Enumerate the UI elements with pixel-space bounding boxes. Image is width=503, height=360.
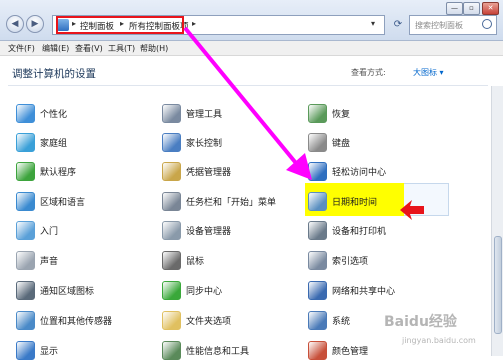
homegroup-icon: [16, 133, 35, 152]
search-icon: [482, 19, 492, 29]
control-panel-item-label: 家长控制: [186, 139, 223, 149]
personalization-icon: [16, 104, 35, 123]
credential-manager-icon: [162, 162, 181, 181]
baidu-watermark-url: jingyan.baidu.com: [402, 336, 476, 345]
view-by-dropdown[interactable]: 大图标 ▾: [413, 67, 444, 78]
divider: [8, 85, 488, 86]
baidu-watermark-logo: Baidu经验: [384, 314, 457, 330]
performance-icon: [162, 341, 181, 360]
display-icon: [16, 341, 35, 360]
minimize-button[interactable]: —: [446, 2, 463, 15]
breadcrumb-separator-icon: ▸: [192, 19, 197, 28]
network-sharing-icon: [308, 281, 327, 300]
parental-controls-icon: [162, 133, 181, 152]
admin-tools-icon: [162, 104, 181, 123]
control-panel-item-label: 同步中心: [186, 287, 223, 297]
menu-view[interactable]: 查看(V): [75, 43, 103, 54]
control-panel-item-label: 键盘: [332, 139, 351, 149]
menu-help[interactable]: 帮助(H): [140, 43, 168, 54]
back-button[interactable]: ◀: [6, 15, 24, 33]
control-panel-item-label: 入门: [40, 227, 59, 237]
control-panel-item-label: 通知区域图标: [40, 287, 95, 297]
control-panel-item-label: 凭据管理器: [186, 168, 232, 178]
control-panel-item-label: 位置和其他传感器: [40, 317, 113, 327]
taskbar-icon: [162, 192, 181, 211]
control-panel-item-label: 恢复: [332, 110, 351, 120]
location-sensors-icon: [16, 311, 35, 330]
control-panel-item-label: 区域和语言: [40, 198, 86, 208]
folder-options-icon: [162, 311, 181, 330]
control-panel-item-label: 性能信息和工具: [186, 347, 250, 357]
control-panel-item-label: 个性化: [40, 110, 68, 120]
region-language-icon: [16, 192, 35, 211]
search-input[interactable]: 搜索控制面板: [409, 15, 497, 35]
control-panel-item-label: 索引选项: [332, 257, 369, 267]
control-panel-item-label: 家庭组: [40, 139, 68, 149]
control-panel-item-label: 系统: [332, 317, 351, 327]
sync-center-icon: [162, 281, 181, 300]
control-panel-item-label: 显示: [40, 347, 59, 357]
getting-started-icon: [16, 221, 35, 240]
control-panel-item-label: 默认程序: [40, 168, 77, 178]
vertical-scrollbar[interactable]: [491, 86, 503, 356]
control-panel-window: — ▫ ✕ ◀ ▶ ▸ 控制面板 ▸ 所有控制面板项 ▸ ▾ ⟳ 搜索控制面板 …: [0, 0, 503, 360]
title-bar: — ▫ ✕ ◀ ▶ ▸ 控制面板 ▸ 所有控制面板项 ▸ ▾ ⟳ 搜索控制面板: [0, 0, 503, 41]
close-button[interactable]: ✕: [482, 2, 499, 15]
forward-button[interactable]: ▶: [26, 15, 44, 33]
control-panel-item-label: 管理工具: [186, 110, 223, 120]
notification-area-icon: [16, 281, 35, 300]
control-panel-item-label: 声音: [40, 257, 59, 267]
control-panel-item-label: 设备管理器: [186, 227, 232, 237]
view-by-label: 查看方式:: [351, 68, 386, 77]
menu-file[interactable]: 文件(F): [8, 43, 35, 54]
devices-printers-icon: [308, 221, 327, 240]
menu-bar: 文件(F) 编辑(E) 查看(V) 工具(T) 帮助(H): [0, 41, 503, 56]
control-panel-item-label: 鼠标: [186, 257, 205, 267]
default-programs-icon: [16, 162, 35, 181]
menu-tools[interactable]: 工具(T): [108, 43, 135, 54]
date-time-icon: [308, 192, 327, 211]
search-placeholder: 搜索控制面板: [415, 21, 463, 30]
address-highlight-box: [56, 16, 184, 34]
control-panel-item-label: 文件夹选项: [186, 317, 232, 327]
maximize-button[interactable]: ▫: [463, 2, 480, 15]
address-dropdown-icon[interactable]: ▾: [371, 19, 375, 28]
control-panel-item-label: 任务栏和「开始」菜单: [186, 198, 277, 208]
mouse-icon: [162, 251, 181, 270]
control-panel-item-label: 颜色管理: [332, 347, 369, 357]
ease-of-access-icon: [308, 162, 327, 181]
menu-edit[interactable]: 编辑(E): [42, 43, 69, 54]
control-panel-item-label: 网络和共享中心: [332, 287, 396, 297]
recovery-icon: [308, 104, 327, 123]
system-icon: [308, 311, 327, 330]
scrollbar-thumb[interactable]: [494, 236, 502, 334]
keyboard-icon: [308, 133, 327, 152]
page-title: 调整计算机的设置: [12, 68, 96, 80]
color-management-icon: [308, 341, 327, 360]
control-panel-item-label: 设备和打印机: [332, 227, 387, 237]
refresh-icon[interactable]: ⟳: [390, 15, 406, 35]
sound-icon: [16, 251, 35, 270]
indexing-options-icon: [308, 251, 327, 270]
control-panel-item-label: 日期和时间: [332, 198, 378, 208]
control-panel-item-label: 轻松访问中心: [332, 168, 387, 178]
device-manager-icon: [162, 221, 181, 240]
